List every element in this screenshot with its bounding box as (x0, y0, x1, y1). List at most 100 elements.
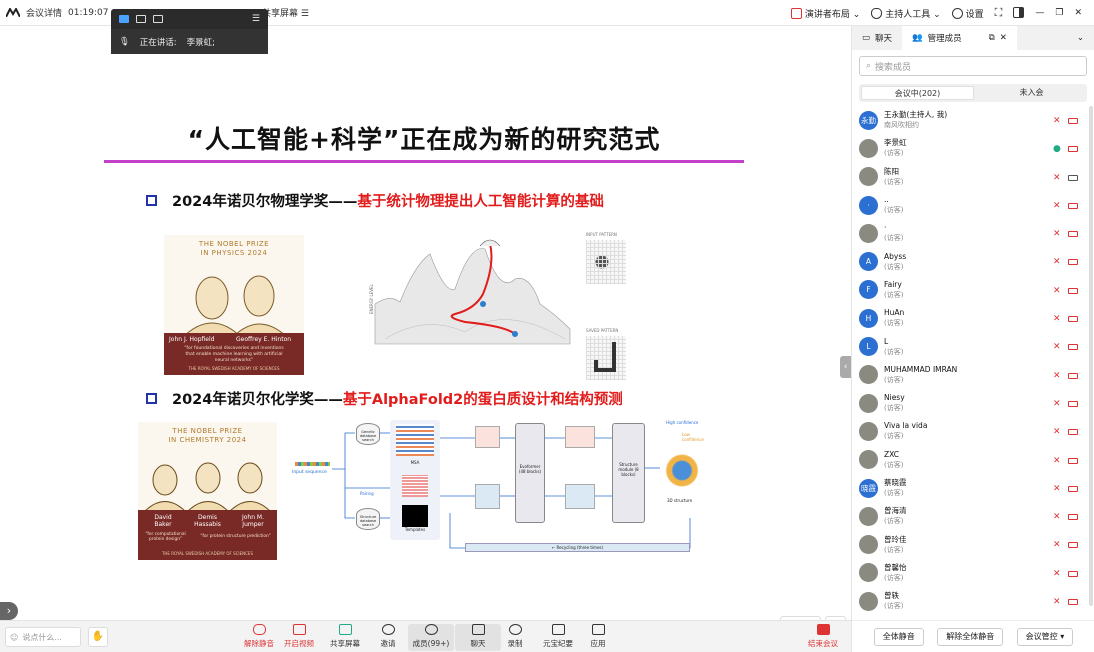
mic-muted-icon[interactable]: ✕ (1053, 229, 1061, 239)
mic-muted-icon[interactable]: ✕ (1053, 116, 1061, 126)
apps-button[interactable]: 应用 (575, 624, 621, 651)
member-row[interactable]: Niesy (访客) ✕ (852, 389, 1088, 417)
tab-in-meeting[interactable]: 会议中(202) (861, 86, 974, 100)
close-icon[interactable]: ✕ (1000, 33, 1007, 43)
member-row[interactable]: 曾玲佳 (访客) ✕ (852, 530, 1088, 558)
camera-off-icon[interactable] (1068, 457, 1078, 464)
avatar (859, 450, 878, 470)
app-logo-icon (5, 6, 21, 18)
list-icon[interactable] (153, 15, 163, 23)
mic-muted-icon[interactable]: ✕ (1053, 201, 1061, 211)
camera-off-icon[interactable] (1068, 202, 1078, 209)
unmute-all-button[interactable]: 解除全体静音 (937, 627, 1004, 646)
camera-off-icon[interactable] (1068, 485, 1078, 492)
mic-muted-icon[interactable]: ✕ (1053, 286, 1061, 296)
popout-icon[interactable]: ⧉ (989, 33, 995, 43)
host-tools-button[interactable]: 主持人工具 ⌄ (871, 7, 941, 20)
member-role: (访客) (884, 347, 904, 356)
collapse-panel-button[interactable]: ‹ (840, 356, 851, 378)
mic-muted-icon[interactable]: ✕ (1053, 399, 1061, 409)
settings-button[interactable]: 设置 (951, 7, 984, 20)
camera-off-icon[interactable] (1068, 231, 1078, 238)
collapse-chevron-icon[interactable]: ⌄ (1067, 26, 1094, 50)
share-screen-button[interactable]: 共享屏幕 (322, 624, 368, 651)
camera-off-icon[interactable] (1068, 542, 1078, 549)
member-row[interactable]: Viva la vida (访客) ✕ (852, 417, 1088, 445)
member-row[interactable]: L L (访客) ✕ (852, 332, 1088, 360)
mic-muted-icon[interactable]: ✕ (1053, 257, 1061, 267)
member-row[interactable]: 曾轶 (访客) ✕ (852, 587, 1088, 615)
camera-off-icon[interactable] (1068, 570, 1078, 577)
view-icon[interactable] (119, 15, 129, 23)
member-search-input[interactable]: ⌕ 搜索成员 (859, 56, 1087, 76)
mic-muted-icon[interactable]: ✕ (1053, 484, 1061, 494)
member-row[interactable]: 永勤 王永勤(主持人, 我) 南风吹相约 ✕ (852, 106, 1088, 134)
mic-icon[interactable]: ● (1053, 144, 1061, 154)
meeting-control-button[interactable]: 会议管控 ▾ (1016, 627, 1074, 646)
mic-muted-icon[interactable]: ✕ (1053, 314, 1061, 324)
member-row[interactable]: · (访客) ✕ (852, 219, 1088, 247)
camera-off-icon[interactable] (1068, 146, 1078, 153)
member-row[interactable]: MUHAMMAD IMRAN (访客) ✕ (852, 361, 1088, 389)
minimize-icon[interactable]: — (1035, 8, 1044, 18)
title-underline (104, 160, 744, 163)
menu-icon[interactable]: ☰ (252, 14, 260, 24)
member-name: .. (884, 195, 889, 205)
invite-button[interactable]: 邀请 (365, 624, 411, 651)
window-icon[interactable] (136, 15, 146, 23)
member-name: 蔡晓霞 (884, 478, 907, 487)
start-video-button[interactable]: 开启视频 (276, 624, 322, 651)
camera-off-icon[interactable] (1068, 118, 1078, 124)
close-icon[interactable]: ✕ (1074, 8, 1082, 18)
end-meeting-button[interactable]: 结束会议 (800, 624, 846, 651)
camera-icon[interactable] (1068, 174, 1078, 181)
meeting-details-link[interactable]: 会议详情 (26, 6, 62, 19)
mic-muted-icon[interactable]: ✕ (1053, 512, 1061, 522)
sidebar-toggle-icon[interactable] (1013, 7, 1025, 19)
mic-muted-icon[interactable]: ✕ (1053, 456, 1061, 466)
member-row[interactable]: 曾海清 (访客) ✕ (852, 502, 1088, 530)
mic-muted-icon[interactable]: ✕ (1053, 342, 1061, 352)
member-name: 曾馨怡 (884, 562, 907, 572)
member-row[interactable]: H HuAn (访客) ✕ (852, 304, 1088, 332)
camera-off-icon[interactable] (1068, 514, 1078, 521)
expand-left-button[interactable]: › (0, 602, 18, 620)
member-row[interactable]: 曾馨怡 (访客) ✕ (852, 559, 1088, 587)
mic-muted-icon[interactable]: ✕ (1053, 540, 1061, 550)
restore-icon[interactable]: ❐ (1055, 8, 1063, 18)
mic-muted-icon[interactable]: ✕ (1053, 597, 1061, 607)
member-row[interactable]: F Fairy (访客) ✕ (852, 276, 1088, 304)
camera-off-icon[interactable] (1068, 429, 1078, 436)
tab-chat[interactable]: ▭ 聊天 (852, 26, 902, 50)
member-list-scrollbar[interactable] (1089, 106, 1093, 606)
members-button[interactable]: 成员(99+) (408, 624, 454, 651)
mic-muted-icon[interactable]: ✕ (1053, 173, 1061, 183)
member-row[interactable]: 李景虹 (访客) ● (852, 134, 1088, 162)
camera-off-icon[interactable] (1068, 400, 1078, 407)
camera-off-icon[interactable] (1068, 316, 1078, 323)
quick-chat-input[interactable]: ☺ 说点什么... (5, 627, 81, 647)
mute-all-button[interactable]: 全体静音 (873, 627, 924, 646)
raise-hand-button[interactable]: ✋ (88, 627, 108, 647)
tab-members[interactable]: 👥 管理成员 ⧉ ✕ (902, 26, 1017, 50)
saved-pattern-grid (586, 336, 626, 380)
member-row[interactable]: 陈阳 (访客) ✕ (852, 163, 1088, 191)
camera-off-icon[interactable] (1068, 259, 1078, 266)
member-row[interactable]: ·.. (访客) ✕ (852, 191, 1088, 219)
record-button[interactable]: 录制 (492, 624, 538, 651)
member-row[interactable]: 晓霞 蔡晓霞 (访客) ✕ (852, 474, 1088, 502)
camera-off-icon[interactable] (1068, 344, 1078, 351)
mic-muted-icon[interactable]: ✕ (1053, 371, 1061, 381)
member-row[interactable]: ZXC (访客) ✕ (852, 446, 1088, 474)
camera-off-icon[interactable] (1068, 599, 1078, 606)
search-icon: ⌕ (866, 61, 872, 71)
mic-muted-icon[interactable]: ✕ (1053, 569, 1061, 579)
camera-off-icon[interactable] (1068, 287, 1078, 294)
fullscreen-icon[interactable]: ⛶ (995, 6, 1003, 20)
member-row[interactable]: A Abyss (访客) ✕ (852, 247, 1088, 275)
mic-muted-icon[interactable]: ✕ (1053, 427, 1061, 437)
camera-off-icon[interactable] (1068, 372, 1078, 379)
layout-button[interactable]: 演讲者布局 ⌄ (790, 7, 860, 20)
member-name: Fairy (884, 279, 902, 289)
tab-not-joined[interactable]: 未入会 (976, 84, 1087, 102)
